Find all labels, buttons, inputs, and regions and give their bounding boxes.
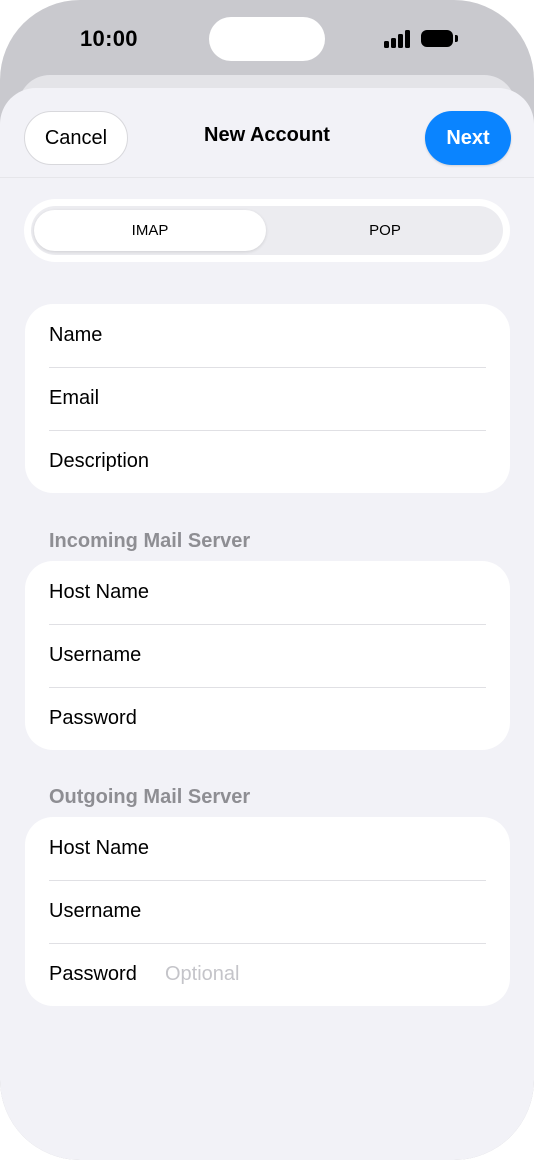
field-label: Username <box>49 900 142 922</box>
dynamic-island <box>209 17 325 61</box>
battery-icon <box>421 30 458 47</box>
cancel-button[interactable]: Cancel <box>24 111 128 165</box>
cellular-signal-icon <box>384 30 412 48</box>
segmented-track: IMAP POP <box>31 206 503 255</box>
segment-pop[interactable]: POP <box>269 210 501 251</box>
new-account-sheet: Cancel New Account Next IMAP POP Name Em… <box>0 88 534 1160</box>
field-label: Host Name <box>49 837 150 859</box>
description-field[interactable]: Description <box>25 430 510 493</box>
field-label: Host Name <box>49 581 150 603</box>
field-label: Name <box>49 324 103 346</box>
next-button[interactable]: Next <box>425 111 511 165</box>
account-info-group: Name Email Description <box>25 304 510 493</box>
navigation-bar: Cancel New Account Next <box>0 88 534 178</box>
email-field[interactable]: Email <box>25 367 510 430</box>
status-bar: 10:00 <box>0 0 534 80</box>
field-label: Password <box>49 707 137 729</box>
field-label: Email <box>49 387 100 409</box>
incoming-password-field[interactable]: Password <box>25 687 510 750</box>
field-label: Description <box>49 450 150 472</box>
incoming-section-header: Incoming Mail Server <box>49 530 251 552</box>
field-label: Username <box>49 644 142 666</box>
phone-frame: 10:00 Cancel New Account Next IMAP POP N… <box>0 0 534 1160</box>
field-label: Password <box>49 963 137 985</box>
incoming-username-field[interactable]: Username <box>25 624 510 687</box>
name-field[interactable]: Name <box>25 304 510 367</box>
account-type-segmented-control: IMAP POP <box>24 199 510 262</box>
segment-imap[interactable]: IMAP <box>34 210 266 251</box>
page-title: New Account <box>204 124 330 146</box>
incoming-host-name-field[interactable]: Host Name <box>25 561 510 624</box>
password-placeholder: Optional <box>165 963 240 985</box>
outgoing-section-header: Outgoing Mail Server <box>49 786 251 808</box>
incoming-server-group: Host Name Username Password <box>25 561 510 750</box>
outgoing-server-group: Host Name Username Password Optional <box>25 817 510 1006</box>
outgoing-password-field[interactable]: Password Optional <box>25 943 510 1006</box>
status-time: 10:00 <box>80 26 138 51</box>
outgoing-username-field[interactable]: Username <box>25 880 510 943</box>
outgoing-host-name-field[interactable]: Host Name <box>25 817 510 880</box>
